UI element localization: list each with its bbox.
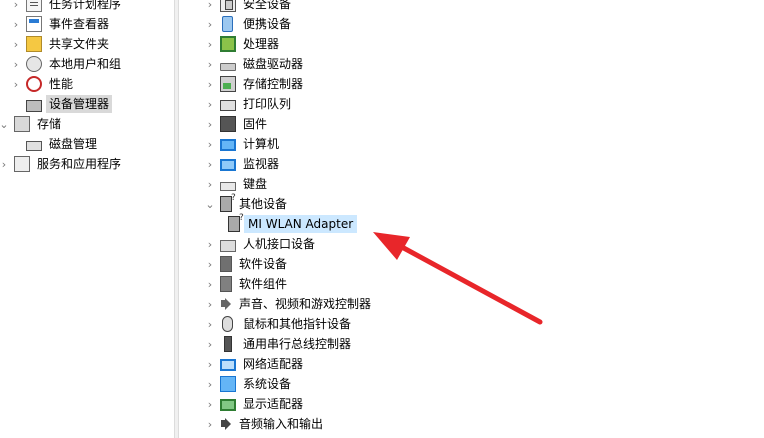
red-arrow-icon <box>373 232 543 325</box>
arrow-head <box>373 232 410 260</box>
arrow-shaft <box>397 243 543 325</box>
